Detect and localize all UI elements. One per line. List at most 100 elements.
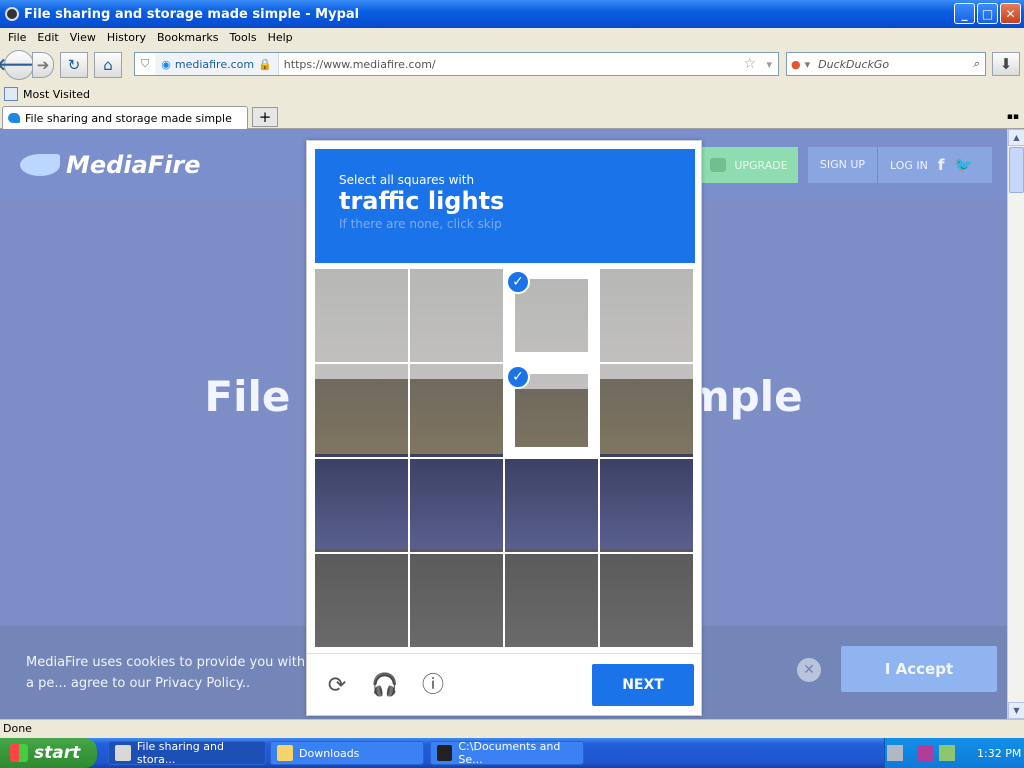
captcha-tile[interactable] bbox=[600, 459, 693, 552]
twitter-icon[interactable]: 🐦 bbox=[954, 156, 973, 174]
upgrade-button[interactable]: UPGRADE bbox=[700, 147, 798, 183]
status-bar: Done bbox=[0, 719, 1024, 738]
reload-icon: ↻ bbox=[67, 56, 81, 74]
7zip-icon bbox=[437, 745, 453, 761]
reload-button[interactable]: ↻ bbox=[60, 52, 88, 78]
captcha-instruction: Select all squares with bbox=[339, 173, 475, 187]
search-bar[interactable]: ● ▾ DuckDuckGo ⌕ bbox=[786, 52, 986, 76]
upgrade-label: UPGRADE bbox=[734, 158, 788, 172]
captcha-dialog: Select all squares with traffic lights I… bbox=[306, 140, 702, 716]
bookmarks-toolbar: Most Visited bbox=[0, 84, 1024, 104]
captcha-tile-image bbox=[505, 554, 598, 647]
captcha-tile-image bbox=[315, 554, 408, 647]
network-icon[interactable] bbox=[939, 745, 955, 761]
captcha-tile-image bbox=[600, 459, 693, 552]
keyboard-icon[interactable] bbox=[887, 745, 903, 761]
lock-icon: 🔒 bbox=[258, 57, 272, 71]
captcha-footer: ⟳ 🎧 ⓘ NEXT bbox=[307, 653, 701, 715]
search-icon[interactable]: ⌕ bbox=[973, 57, 979, 71]
captcha-tile[interactable] bbox=[315, 269, 408, 362]
taskbar-item-downloads[interactable]: Downloads bbox=[270, 741, 424, 765]
menu-view[interactable]: View bbox=[70, 31, 96, 44]
most-visited-bookmark[interactable]: Most Visited bbox=[23, 88, 90, 101]
start-button[interactable]: start bbox=[0, 738, 97, 768]
search-engine-dropdown-icon[interactable]: ▾ bbox=[805, 58, 811, 71]
log-in-link[interactable]: LOG IN bbox=[890, 159, 928, 172]
captcha-tile[interactable] bbox=[505, 554, 598, 647]
facebook-icon[interactable]: f bbox=[938, 156, 945, 174]
captcha-tile[interactable] bbox=[600, 364, 693, 457]
captcha-tile[interactable] bbox=[315, 459, 408, 552]
captcha-tile-image bbox=[410, 554, 503, 647]
duckduckgo-icon: ● bbox=[791, 57, 801, 71]
captcha-hint: If there are none, click skip bbox=[339, 217, 502, 231]
maximize-button[interactable]: □ bbox=[977, 3, 998, 24]
vertical-scrollbar[interactable]: ▲ ▼ bbox=[1007, 129, 1024, 719]
auth-links: SIGN UP LOG IN f 🐦 bbox=[808, 147, 992, 183]
mypal-app-icon bbox=[5, 7, 19, 21]
captcha-image-grid: ✓ ✓ bbox=[315, 269, 693, 647]
tab-list-icon[interactable]: ▪▪ bbox=[1007, 112, 1019, 122]
scroll-up-arrow-icon[interactable]: ▲ bbox=[1008, 129, 1024, 146]
accept-cookies-button[interactable]: I Accept bbox=[841, 646, 997, 692]
reload-challenge-icon[interactable]: ⟳ bbox=[323, 672, 351, 700]
menu-bookmarks[interactable]: Bookmarks bbox=[157, 31, 218, 44]
menu-history[interactable]: History bbox=[107, 31, 146, 44]
sign-up-link[interactable]: SIGN UP bbox=[808, 147, 878, 183]
window-title: File sharing and storage made simple - M… bbox=[24, 6, 360, 22]
captcha-tile[interactable] bbox=[315, 554, 408, 647]
scroll-down-arrow-icon[interactable]: ▼ bbox=[1008, 702, 1024, 719]
mediafire-logo[interactable]: MediaFire bbox=[20, 151, 201, 179]
minimize-button[interactable]: _ bbox=[954, 3, 975, 24]
captcha-tile[interactable] bbox=[505, 459, 598, 552]
site-identity[interactable]: ◉ mediafire.com 🔒 bbox=[155, 53, 279, 75]
navigation-toolbar: 🡐 ➔ ↻ ⌂ ⛉ ◉ mediafire.com 🔒 https://www.… bbox=[0, 46, 1024, 84]
captcha-tile[interactable] bbox=[410, 269, 503, 362]
info-icon[interactable]: ⓘ bbox=[419, 672, 447, 700]
url-dropdown-icon[interactable]: ▾ bbox=[766, 58, 772, 71]
bookmark-star-icon[interactable]: ☆ bbox=[743, 56, 756, 72]
captcha-tile[interactable] bbox=[315, 364, 408, 457]
start-label: start bbox=[34, 743, 81, 763]
taskbar-item-label: Downloads bbox=[299, 746, 360, 760]
scroll-thumb[interactable] bbox=[1009, 147, 1024, 193]
captcha-tile[interactable] bbox=[600, 269, 693, 362]
tab-mediafire[interactable]: File sharing and storage made simple bbox=[2, 106, 248, 129]
menu-file[interactable]: File bbox=[8, 31, 26, 44]
new-tab-button[interactable]: + bbox=[252, 107, 278, 127]
mediafire-tab-icon bbox=[8, 113, 20, 123]
captcha-tile[interactable] bbox=[600, 554, 693, 647]
tab-title: File sharing and storage made simple bbox=[25, 111, 232, 125]
downloads-button[interactable]: ⬇ bbox=[992, 52, 1020, 76]
taskbar-item-browser[interactable]: File sharing and stora... bbox=[108, 740, 266, 766]
menu-tools[interactable]: Tools bbox=[229, 31, 256, 44]
audio-challenge-icon[interactable]: 🎧 bbox=[371, 672, 399, 700]
captcha-tile[interactable]: ✓ bbox=[505, 364, 598, 457]
download-arrow-icon: ⬇ bbox=[999, 55, 1013, 73]
menu-edit[interactable]: Edit bbox=[37, 31, 58, 44]
search-input[interactable]: DuckDuckGo bbox=[818, 58, 889, 71]
captcha-tile-image bbox=[315, 269, 408, 362]
captcha-tile[interactable] bbox=[410, 554, 503, 647]
forward-arrow-icon: ➔ bbox=[36, 56, 50, 74]
url-bar[interactable]: ⛉ ◉ mediafire.com 🔒 https://www.mediafir… bbox=[134, 52, 779, 76]
close-window-button[interactable]: ✕ bbox=[1000, 3, 1021, 24]
captcha-tile[interactable] bbox=[410, 364, 503, 457]
forward-button[interactable]: ➔ bbox=[32, 52, 54, 78]
next-button[interactable]: NEXT bbox=[592, 664, 694, 706]
taskbar-item-label: File sharing and stora... bbox=[136, 740, 224, 766]
captcha-header: Select all squares with traffic lights I… bbox=[315, 149, 695, 263]
clock: 1:32 PM bbox=[977, 746, 1022, 760]
site-identity-label: mediafire.com bbox=[174, 57, 255, 71]
menu-help[interactable]: Help bbox=[268, 31, 293, 44]
home-button[interactable]: ⌂ bbox=[94, 52, 122, 78]
onenote-icon[interactable] bbox=[917, 745, 933, 761]
taskbar-item-7zip[interactable]: C:\Documents and Se... bbox=[430, 740, 584, 766]
menu-bar: File Edit View History Bookmarks Tools H… bbox=[0, 28, 1024, 46]
captcha-tile[interactable]: ✓ bbox=[505, 269, 598, 362]
cookie-close-button[interactable]: ✕ bbox=[797, 658, 821, 682]
cookie-message: MediaFire uses cookies to provide you wi… bbox=[26, 655, 306, 691]
captcha-tile-image bbox=[505, 459, 598, 552]
back-button[interactable]: 🡐 bbox=[0, 50, 42, 80]
captcha-tile[interactable] bbox=[410, 459, 503, 552]
